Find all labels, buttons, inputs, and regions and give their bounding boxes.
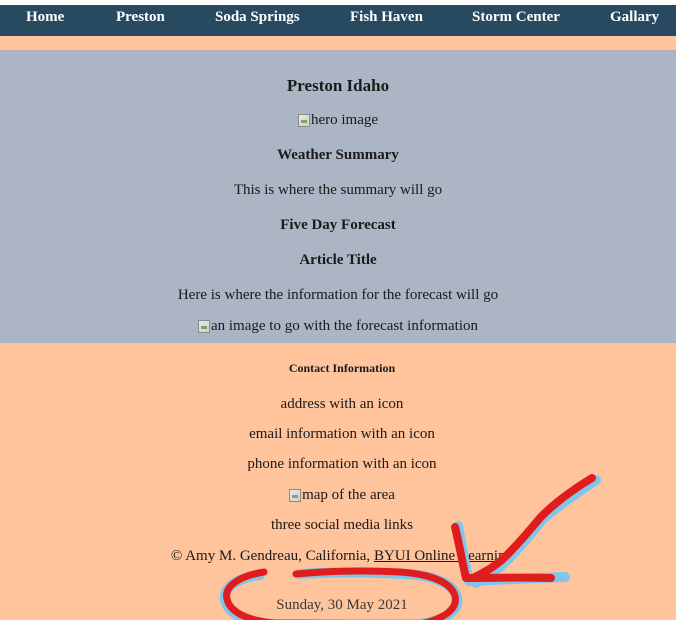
article-title: Article Title <box>299 252 377 268</box>
weather-summary-text: This is where the summary will go <box>233 182 443 198</box>
contact-address: address with an icon <box>280 396 404 412</box>
nav-item-fish-haven[interactable]: Fish Haven <box>350 5 423 36</box>
nav-item-gallary[interactable]: Gallary <box>610 5 659 36</box>
broken-image-icon <box>197 320 210 333</box>
area-map-alt: map of the area <box>302 487 395 503</box>
article-text: Here is where the information for the fo… <box>177 287 499 303</box>
nav-item-preston[interactable]: Preston <box>116 5 165 36</box>
copyright: © Amy M. Gendreau, California, BYUI Onli… <box>0 548 676 565</box>
current-date: Sunday, 30 May 2021 <box>276 597 408 613</box>
five-day-forecast-heading: Five Day Forecast <box>280 217 396 233</box>
broken-image-icon <box>289 489 302 502</box>
nav-item-storm-center[interactable]: Storm Center <box>472 5 560 36</box>
nav-item-soda-springs[interactable]: Soda Springs <box>215 5 300 36</box>
social-links: three social media links <box>270 517 414 533</box>
copyright-text: © Amy M. Gendreau, California, <box>170 548 374 564</box>
article-image-alt: an image to go with the forecast informa… <box>210 318 478 334</box>
article-image: an image to go with the forecast informa… <box>0 318 676 338</box>
byui-link[interactable]: BYUI Online Learning <box>374 548 513 564</box>
page-footer: Contact Information address with an icon… <box>0 343 676 620</box>
nav-item-home[interactable]: Home <box>26 5 64 36</box>
area-map: map of the area <box>0 487 676 507</box>
page-title: Preston Idaho <box>286 76 390 95</box>
main-content: Preston Idaho hero image Weather Summary… <box>0 50 676 343</box>
contact-heading: Contact Information <box>288 361 396 375</box>
contact-email: email information with an icon <box>249 426 435 442</box>
broken-image-icon <box>297 114 310 127</box>
contact-phone: phone information with an icon <box>247 456 437 472</box>
weather-summary-heading: Weather Summary <box>277 147 399 163</box>
hero-image: hero image <box>0 112 676 132</box>
hero-image-alt: hero image <box>310 112 379 128</box>
main-nav: Home Preston Soda Springs Fish Haven Sto… <box>0 5 676 36</box>
